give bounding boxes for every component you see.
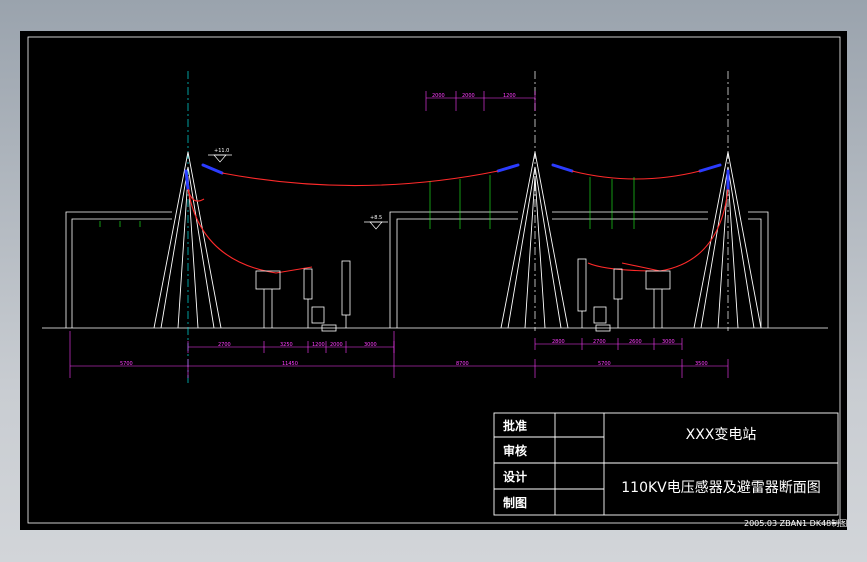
lower-left-dim-1: 2700 [218,342,231,348]
lower-right-dim-3: 2600 [629,339,642,345]
footer-note: 2005.03 ZBAN1 DK48制图 [744,518,847,528]
lower-left-dim-2: 3250 [280,342,293,348]
sheet-background [20,31,847,530]
overall-dim-2: 11450 [282,361,298,367]
overall-dim-4: 5700 [598,361,611,367]
overall-dim-5: 3500 [695,361,708,367]
station-name: XXX变电站 [686,427,757,443]
lower-right-dim-4: 3000 [662,339,675,345]
title-block-draft-label: 制图 [503,495,527,510]
lower-right-dim-1: 2800 [552,339,565,345]
overall-dim-1: 5700 [120,361,133,367]
lower-right-dim-2: 2700 [593,339,606,345]
title-block-design-label: 设计 [503,469,527,484]
title-block-review-label: 审核 [503,443,527,458]
lower-left-dim-5: 3000 [364,342,377,348]
lower-left-dim-4: 2000 [330,342,343,348]
level-mark-left-text: +11.0 [214,148,229,154]
level-mark-right-text: +8.5 [370,215,382,221]
drawing-title: 110KV电压感器及避雷器断面图 [621,479,820,496]
top-dim-2: 2000 [462,93,475,99]
top-dim-1: 2000 [432,93,445,99]
title-block-approve-label: 批准 [503,418,527,433]
top-dim-3: 1200 [503,93,516,99]
lower-left-dim-3: 1200 [312,342,325,348]
overall-dim-3: 8700 [456,361,469,367]
drawing-sheet: +11.0 +8.5 2000 2000 1200 2700 3250 1200… [20,31,847,530]
